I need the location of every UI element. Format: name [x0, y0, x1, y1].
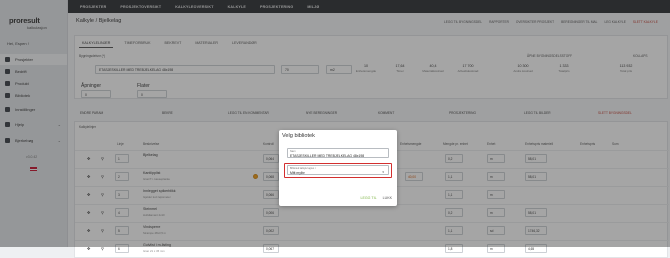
dropdown-arrow-icon: ▾: [382, 170, 384, 175]
add-button[interactable]: LEGG TIL: [360, 196, 376, 200]
close-button[interactable]: LUKK: [383, 196, 392, 200]
dialog-title: Velg bibliotek: [282, 133, 315, 139]
modal-backdrop[interactable]: [0, 0, 670, 247]
name-field-value: ETASJESKILLER MED TREBJELKELAG 48x198: [290, 153, 365, 158]
library-select-value: Mitt mylbr: [290, 170, 305, 175]
dialog-actions: LEGG TIL LUKK: [360, 196, 392, 200]
app-root: proresult kalkulasjon Hei, Espen ! Prosj…: [0, 0, 670, 258]
name-field[interactable]: Navn ETASJESKILLER MED TREBJELKELAG 48x1…: [287, 148, 389, 158]
row-sub: Gran 21 x 45 mm: [143, 249, 165, 253]
library-select[interactable]: Bibliotek kalkyle lagres i Mitt mylbr ▾: [287, 165, 389, 175]
select-library-dialog: Velg bibliotek Navn ETASJESKILLER MED TR…: [279, 130, 397, 206]
